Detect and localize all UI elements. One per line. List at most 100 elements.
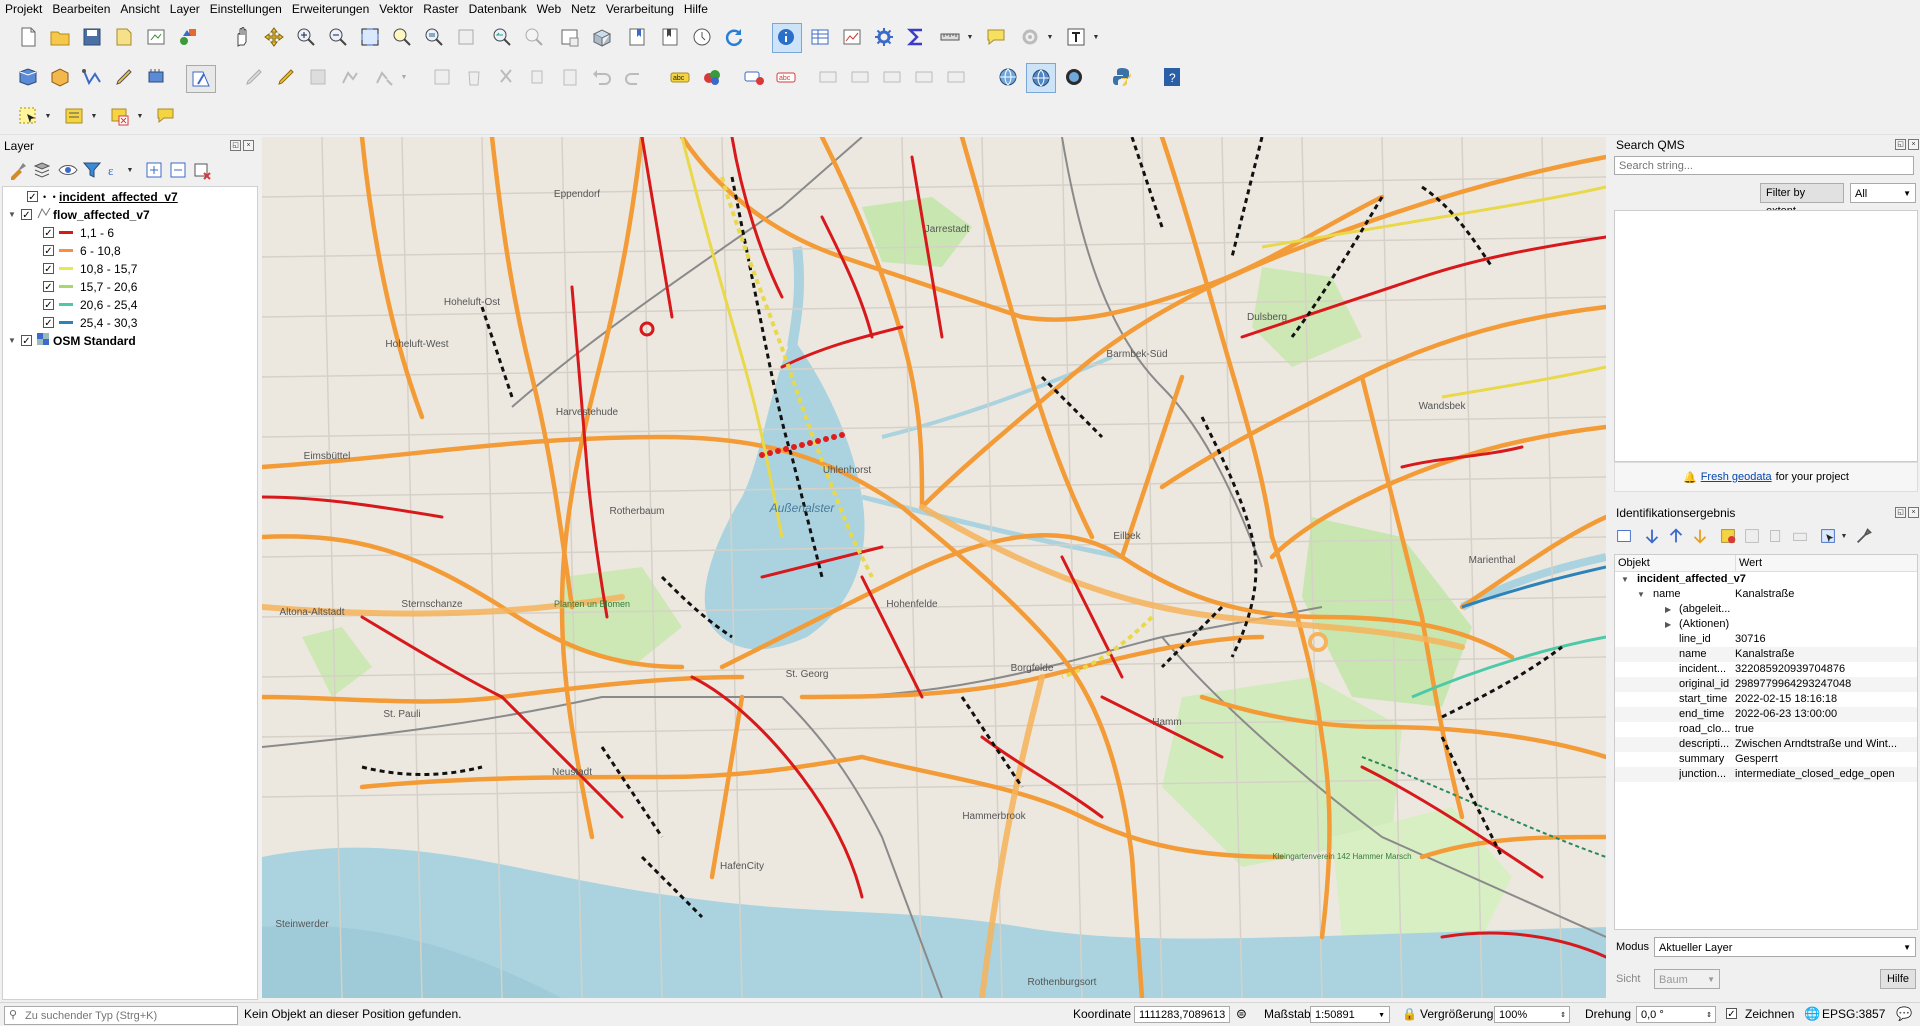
move-label-icon[interactable]	[880, 65, 904, 89]
fresh-geodata-link[interactable]: Fresh geodata	[1701, 471, 1772, 483]
legend-row[interactable]: ✓ 1,1 - 6	[43, 224, 114, 241]
menu-einstellungen[interactable]: Einstellungen	[205, 0, 287, 18]
delete-selected-icon[interactable]	[462, 65, 486, 89]
menu-web[interactable]: Web	[532, 0, 566, 18]
identify-layer-row[interactable]: ▼ incident_affected_v7	[1615, 572, 1917, 587]
qms-search-input[interactable]	[1614, 156, 1914, 175]
paste-features-icon[interactable]	[558, 65, 582, 89]
layer-checkbox[interactable]: ✓	[21, 209, 32, 221]
identify-actions-row[interactable]: ▶ (Aktionen)	[1615, 617, 1917, 632]
new-geopackage-icon[interactable]	[48, 65, 72, 89]
diagram-options-icon[interactable]	[700, 65, 724, 89]
attribute-row[interactable]: incident... 322085920939704876	[1615, 662, 1917, 677]
expand-all-icon[interactable]	[142, 158, 166, 182]
qms-filter-select[interactable]: All ▼	[1850, 183, 1916, 203]
legend-row[interactable]: ✓ 15,7 - 20,6	[43, 278, 137, 295]
modify-attributes-icon[interactable]	[430, 65, 454, 89]
expand-tree-icon[interactable]	[1614, 526, 1634, 546]
highlight-pinned-labels-icon[interactable]	[742, 65, 766, 89]
undo-icon[interactable]	[590, 65, 614, 89]
gps-toolbar-icon[interactable]	[144, 65, 168, 89]
save-as-icon[interactable]	[112, 25, 136, 49]
collapse-all-icon[interactable]	[166, 158, 190, 182]
annotation-dropdown-arrow[interactable]: ▼	[1092, 25, 1100, 49]
temporal-controller-icon[interactable]	[690, 25, 714, 49]
statistical-summary-icon[interactable]	[840, 25, 864, 49]
collapse-caret-icon[interactable]: ▼	[1637, 587, 1645, 602]
clear-results-icon[interactable]	[1718, 526, 1738, 546]
refresh-icon[interactable]	[722, 25, 746, 49]
redo-icon[interactable]	[622, 65, 646, 89]
identify-mode-dropdown-arrow[interactable]: ▼	[1840, 524, 1848, 548]
filter-legend-icon[interactable]	[80, 158, 104, 182]
layer-row-incident[interactable]: ✓ • • incident_affected_v7	[13, 188, 178, 205]
crs-label[interactable]: EPSG:3857	[1822, 1007, 1885, 1021]
zoom-next-icon[interactable]	[522, 25, 546, 49]
attribute-row[interactable]: junction... intermediate_closed_edge_open	[1615, 767, 1917, 782]
processing-toolbox-icon[interactable]	[872, 25, 896, 49]
zoom-out-icon[interactable]	[326, 25, 350, 49]
new-project-icon[interactable]	[16, 25, 40, 49]
print-layout-icon[interactable]	[144, 25, 168, 49]
identify-feature-row[interactable]: ▼ name Kanalstraße	[1615, 587, 1917, 602]
view-select[interactable]: Baum ▼	[1654, 969, 1720, 989]
expand-caret-icon[interactable]: ▶	[1665, 617, 1671, 632]
toggle-editing-icon[interactable]	[274, 65, 298, 89]
cut-features-icon[interactable]	[494, 65, 518, 89]
layer-styling-icon[interactable]	[6, 158, 30, 182]
coordinate-field[interactable]: 1111283,7089613	[1134, 1006, 1230, 1023]
legend-row[interactable]: ✓ 20,6 - 25,4	[43, 296, 137, 313]
attribute-row[interactable]: descripti... Zwischen Arndtstraße und Win…	[1615, 737, 1917, 752]
map-svg[interactable]: Hoheluft-Ost Hoheluft-West Eppendorf Har…	[262, 137, 1606, 998]
render-checkbox[interactable]: ✓	[1726, 1008, 1737, 1020]
filter-by-expression-icon[interactable]: ε	[104, 158, 128, 182]
remove-layer-icon[interactable]	[190, 158, 214, 182]
add-feature-icon[interactable]	[338, 65, 362, 89]
attribute-table-icon[interactable]	[808, 25, 832, 49]
qms-results-list[interactable]	[1614, 210, 1918, 462]
menu-hilfe[interactable]: Hilfe	[679, 0, 713, 18]
layer-checkbox[interactable]: ✓	[21, 335, 32, 347]
menu-vektor[interactable]: Vektor	[374, 0, 418, 18]
menu-ansicht[interactable]: Ansicht	[115, 0, 164, 18]
help-contents-icon[interactable]: ?	[1160, 65, 1184, 89]
messages-icon[interactable]: 💬	[1896, 1006, 1912, 1022]
pan-hand-icon[interactable]	[230, 25, 254, 49]
collapse-all-icon[interactable]	[1666, 526, 1686, 546]
add-group-icon[interactable]	[30, 158, 54, 182]
help-button[interactable]: Hilfe	[1880, 969, 1916, 989]
collapse-caret-icon[interactable]: ▼	[7, 210, 17, 219]
style-manager-icon[interactable]	[176, 25, 200, 49]
menu-erweiterungen[interactable]: Erweiterungen	[287, 0, 374, 18]
attribute-row[interactable]: end_time 2022-06-23 13:00:00	[1615, 707, 1917, 722]
attribute-row[interactable]: summary Gesperrt	[1615, 752, 1917, 767]
float-panel-icon[interactable]: ◱	[230, 140, 241, 151]
deselect-all-icon[interactable]	[108, 104, 132, 128]
zoom-to-selection-icon[interactable]	[390, 25, 414, 49]
text-annotation-icon[interactable]	[1064, 25, 1088, 49]
collapse-caret-icon[interactable]: ▼	[1621, 572, 1629, 587]
quickmapservices-icon[interactable]	[1026, 63, 1056, 93]
crs-globe-icon[interactable]: 🌐	[1804, 1006, 1820, 1022]
toggle-editing-disabled-icon[interactable]	[242, 65, 266, 89]
zoom-in-icon[interactable]	[294, 25, 318, 49]
menu-datenbank[interactable]: Datenbank	[464, 0, 532, 18]
attribute-row[interactable]: start_time 2022-02-15 18:16:18	[1615, 692, 1917, 707]
attribute-row[interactable]: road_clo... true	[1615, 722, 1917, 737]
globe-icon[interactable]	[996, 65, 1020, 89]
save-edits-icon[interactable]	[306, 65, 330, 89]
show-hide-labels-icon[interactable]: abc	[774, 65, 798, 89]
expand-all-icon[interactable]	[1642, 526, 1662, 546]
attribute-row[interactable]: line_id 30716	[1615, 632, 1917, 647]
pin-labels-icon[interactable]	[816, 65, 840, 89]
legend-row[interactable]: ✓ 10,8 - 15,7	[43, 260, 137, 277]
expression-filter-dropdown-arrow[interactable]: ▼	[126, 158, 134, 182]
copy-features-icon[interactable]	[526, 65, 550, 89]
menu-netz[interactable]: Netz	[566, 0, 601, 18]
map-canvas[interactable]: Hoheluft-Ost Hoheluft-West Eppendorf Har…	[262, 137, 1606, 998]
legend-checkbox[interactable]: ✓	[43, 227, 54, 239]
vertex-dropdown-arrow[interactable]: ▼	[400, 65, 408, 89]
locator-input[interactable]	[23, 1008, 235, 1024]
legend-row[interactable]: ✓ 6 - 10,8	[43, 242, 121, 259]
pan-to-selection-icon[interactable]	[262, 25, 286, 49]
